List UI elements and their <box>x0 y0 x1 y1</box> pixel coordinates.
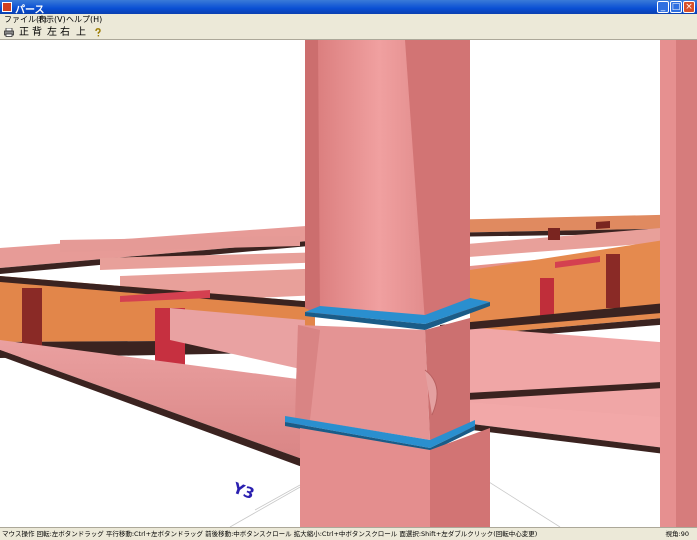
printer-icon[interactable] <box>4 28 14 37</box>
grid-axis-label: Y3 <box>230 479 257 504</box>
perspective-viewport[interactable]: Y3 <box>0 40 697 527</box>
menu-help[interactable]: ヘルプ(H) <box>66 14 102 26</box>
view-front-button[interactable]: 正 <box>18 26 30 39</box>
close-button[interactable]: × <box>683 1 695 13</box>
title-bar: パース _ □ × <box>0 0 697 16</box>
far-right-column <box>660 40 697 527</box>
toolbar: 正 背 左 右 上 <box>0 26 697 40</box>
view-left-button[interactable]: 左 <box>46 26 58 39</box>
view-back-button[interactable]: 背 <box>31 26 43 39</box>
app-icon <box>2 2 12 12</box>
menu-bar: ファイル(F) 表示(V) ヘルプ(H) <box>0 14 697 26</box>
view-right-button[interactable]: 右 <box>59 26 71 39</box>
main-column <box>285 40 490 527</box>
menu-view[interactable]: 表示(V) <box>38 14 66 26</box>
maximize-button[interactable]: □ <box>670 1 682 13</box>
minimize-button[interactable]: _ <box>657 1 669 13</box>
question-icon[interactable] <box>93 28 103 37</box>
structure-scene: Y3 <box>0 40 697 527</box>
status-bar: マウス操作 回転:左ボタンドラッグ 平行移動:Ctrl+左ボタンドラッグ 前後移… <box>0 527 697 540</box>
view-top-button[interactable]: 上 <box>75 26 87 39</box>
mouse-help-text: マウス操作 回転:左ボタンドラッグ 平行移動:Ctrl+左ボタンドラッグ 前後移… <box>2 530 538 538</box>
view-angle-text: 視角:90 <box>665 530 689 538</box>
